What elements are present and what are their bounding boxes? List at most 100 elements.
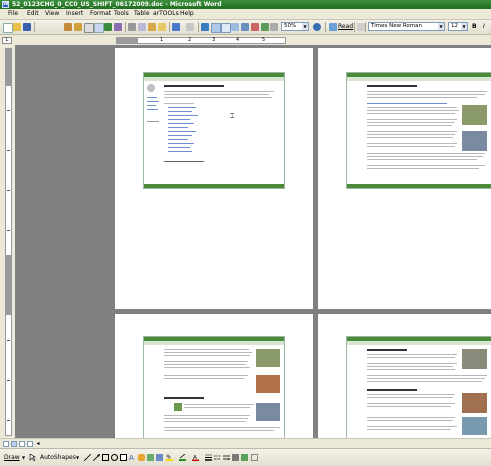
menu-edit[interactable]: Edit	[27, 10, 39, 18]
zoom-select[interactable]: 50% ▼	[281, 22, 309, 31]
screenshot-thumbnail	[346, 72, 491, 189]
3d-style-icon[interactable]	[241, 454, 248, 461]
svg-text:A: A	[129, 454, 134, 461]
dash-style-icon[interactable]	[214, 454, 221, 461]
shadow-style-icon[interactable]	[232, 454, 239, 461]
print-layout-view-icon[interactable]	[19, 441, 25, 447]
picture-icon[interactable]	[156, 454, 163, 461]
cut-icon[interactable]	[128, 23, 136, 31]
new-document-icon[interactable]	[3, 23, 13, 33]
read-icon[interactable]	[329, 23, 337, 31]
insert-excel-icon[interactable]	[231, 23, 239, 31]
print-preview-icon[interactable]	[94, 23, 104, 33]
menu-format[interactable]: Format	[90, 10, 111, 18]
thumb-line	[164, 91, 274, 92]
oval-icon[interactable]	[111, 454, 118, 461]
document-map-icon[interactable]	[261, 23, 269, 31]
thumb-line	[367, 357, 455, 358]
styles-icon[interactable]	[357, 23, 365, 31]
ruler-number: 4	[236, 37, 240, 43]
thumb-heading	[164, 397, 204, 399]
line-icon[interactable]	[83, 453, 92, 462]
word-app-icon[interactable]: W	[2, 1, 9, 8]
arrow-icon[interactable]	[92, 453, 101, 462]
vertical-ruler-track[interactable]	[5, 48, 12, 436]
tab-selector[interactable]: L	[2, 37, 12, 44]
font-name-value: Times New Roman	[371, 23, 422, 29]
ruler-tick	[7, 420, 10, 421]
thumb-line	[367, 153, 485, 154]
thumb-line	[367, 375, 487, 376]
thumb-line	[164, 367, 250, 368]
read-button[interactable]: Read	[338, 23, 353, 31]
diagram-icon[interactable]	[138, 454, 145, 461]
fill-color-icon[interactable]	[166, 454, 173, 461]
italic-button[interactable]: I	[483, 23, 485, 31]
ruler-track[interactable]	[116, 37, 286, 44]
email-icon[interactable]	[74, 23, 82, 31]
menu-view[interactable]: View	[45, 10, 59, 18]
web-layout-view-icon[interactable]	[11, 441, 17, 447]
text-box-icon[interactable]	[120, 454, 127, 461]
open-folder-icon[interactable]	[13, 23, 21, 31]
normal-view-icon[interactable]	[3, 441, 9, 447]
document-page-1[interactable]: ⌶	[115, 48, 313, 309]
columns-icon[interactable]	[241, 23, 249, 31]
insert-table-icon[interactable]	[221, 23, 231, 33]
thumb-link	[168, 143, 194, 144]
document-page-4[interactable]	[318, 314, 491, 439]
font-size-select[interactable]: 12 ▼	[448, 22, 468, 31]
permission-icon[interactable]	[64, 23, 72, 31]
ruler-number: 5	[262, 37, 266, 43]
scroll-left-icon[interactable]: ◂	[35, 441, 41, 447]
menu-file[interactable]: File	[8, 10, 18, 18]
thumb-nav-bar	[144, 77, 284, 81]
thumb-line	[184, 407, 250, 408]
menu-artools[interactable]: arTOOLs	[153, 10, 179, 18]
print-icon[interactable]	[84, 23, 94, 33]
ruler-left-margin[interactable]	[116, 37, 138, 44]
drawing-icon[interactable]	[251, 23, 259, 31]
wordart-icon[interactable]: A	[129, 454, 136, 462]
copy-icon[interactable]	[138, 23, 146, 31]
tables-borders-icon[interactable]	[211, 23, 221, 33]
vertical-ruler-top-margin[interactable]	[5, 48, 12, 86]
thumb-link	[367, 103, 447, 104]
hyperlink-icon[interactable]	[201, 23, 209, 31]
thumb-photo	[256, 403, 280, 421]
format-painter-icon[interactable]	[158, 23, 166, 31]
line-style-icon[interactable]	[205, 454, 212, 461]
menu-insert[interactable]: Insert	[66, 10, 83, 18]
save-icon[interactable]	[23, 23, 31, 31]
toolbar-options-icon[interactable]	[251, 454, 258, 461]
show-hide-icon[interactable]	[270, 23, 278, 31]
clip-art-icon[interactable]	[147, 454, 154, 461]
undo-icon[interactable]	[172, 23, 180, 31]
thumb-line	[367, 354, 457, 355]
outline-view-icon[interactable]	[27, 441, 33, 447]
menu-table[interactable]: Table	[134, 10, 150, 18]
draw-menu-button[interactable]: Draw	[4, 453, 20, 462]
document-page-3[interactable]	[115, 314, 313, 439]
font-name-select[interactable]: Times New Roman ▼	[368, 22, 445, 31]
rectangle-icon[interactable]	[102, 454, 109, 461]
thumb-line	[147, 121, 159, 122]
paste-icon[interactable]	[148, 23, 156, 31]
thumb-link	[168, 151, 192, 152]
autoshapes-menu-button[interactable]: AutoShapes	[40, 453, 76, 462]
chevron-down-icon: ▼	[302, 23, 308, 30]
select-objects-icon[interactable]	[29, 453, 37, 462]
redo-icon[interactable]	[186, 23, 194, 31]
help-icon[interactable]	[313, 23, 321, 31]
thumb-line	[367, 159, 477, 160]
menu-help[interactable]: Help	[180, 10, 194, 18]
document-page-2[interactable]	[318, 48, 491, 309]
font-color-icon[interactable]: A	[192, 454, 199, 461]
line-color-icon[interactable]	[179, 453, 186, 461]
menu-tools[interactable]: Tools	[114, 10, 129, 18]
spelling-icon[interactable]	[104, 23, 112, 31]
arrow-style-icon[interactable]	[223, 454, 230, 461]
thumb-link	[147, 109, 158, 110]
research-icon[interactable]	[114, 23, 122, 31]
bold-button[interactable]: B	[472, 23, 477, 31]
